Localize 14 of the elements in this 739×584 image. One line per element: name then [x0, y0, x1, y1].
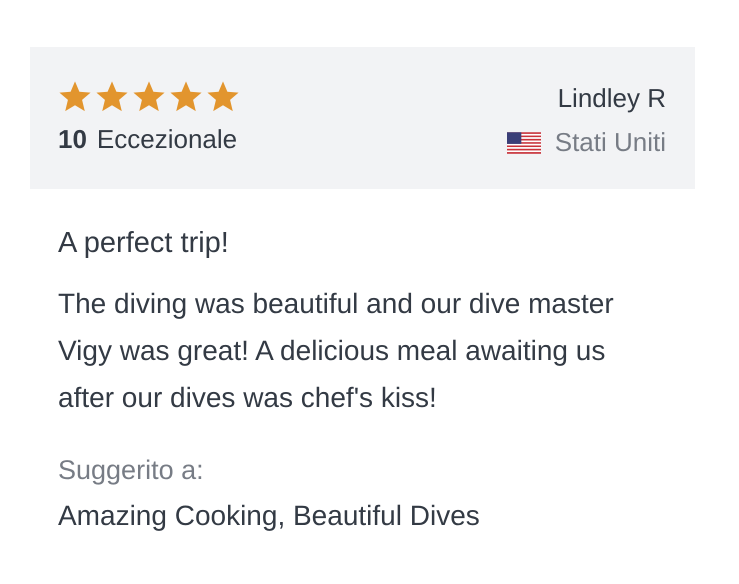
rating-label: Eccezionale — [96, 124, 238, 155]
star-icon — [58, 80, 92, 114]
review-score: 10 — [58, 124, 87, 155]
star-icon — [95, 80, 129, 114]
flag-icon — [506, 132, 541, 154]
author-name: Lindley R — [558, 83, 666, 114]
star-icon — [206, 80, 240, 114]
review-title: A perfect trip! — [58, 227, 230, 260]
star-icon — [132, 80, 166, 114]
country-name: Stati Uniti — [554, 127, 666, 158]
recommended-list: Amazing Cooking, Beautiful Dives — [58, 500, 695, 532]
review-text: The diving was beautiful and our dive master Vigy was great! A delicious meal awaiting us after our dives was chef's kiss! — [58, 287, 615, 415]
star-icon — [169, 80, 203, 114]
recommended-label: Suggerito a: — [58, 455, 205, 486]
